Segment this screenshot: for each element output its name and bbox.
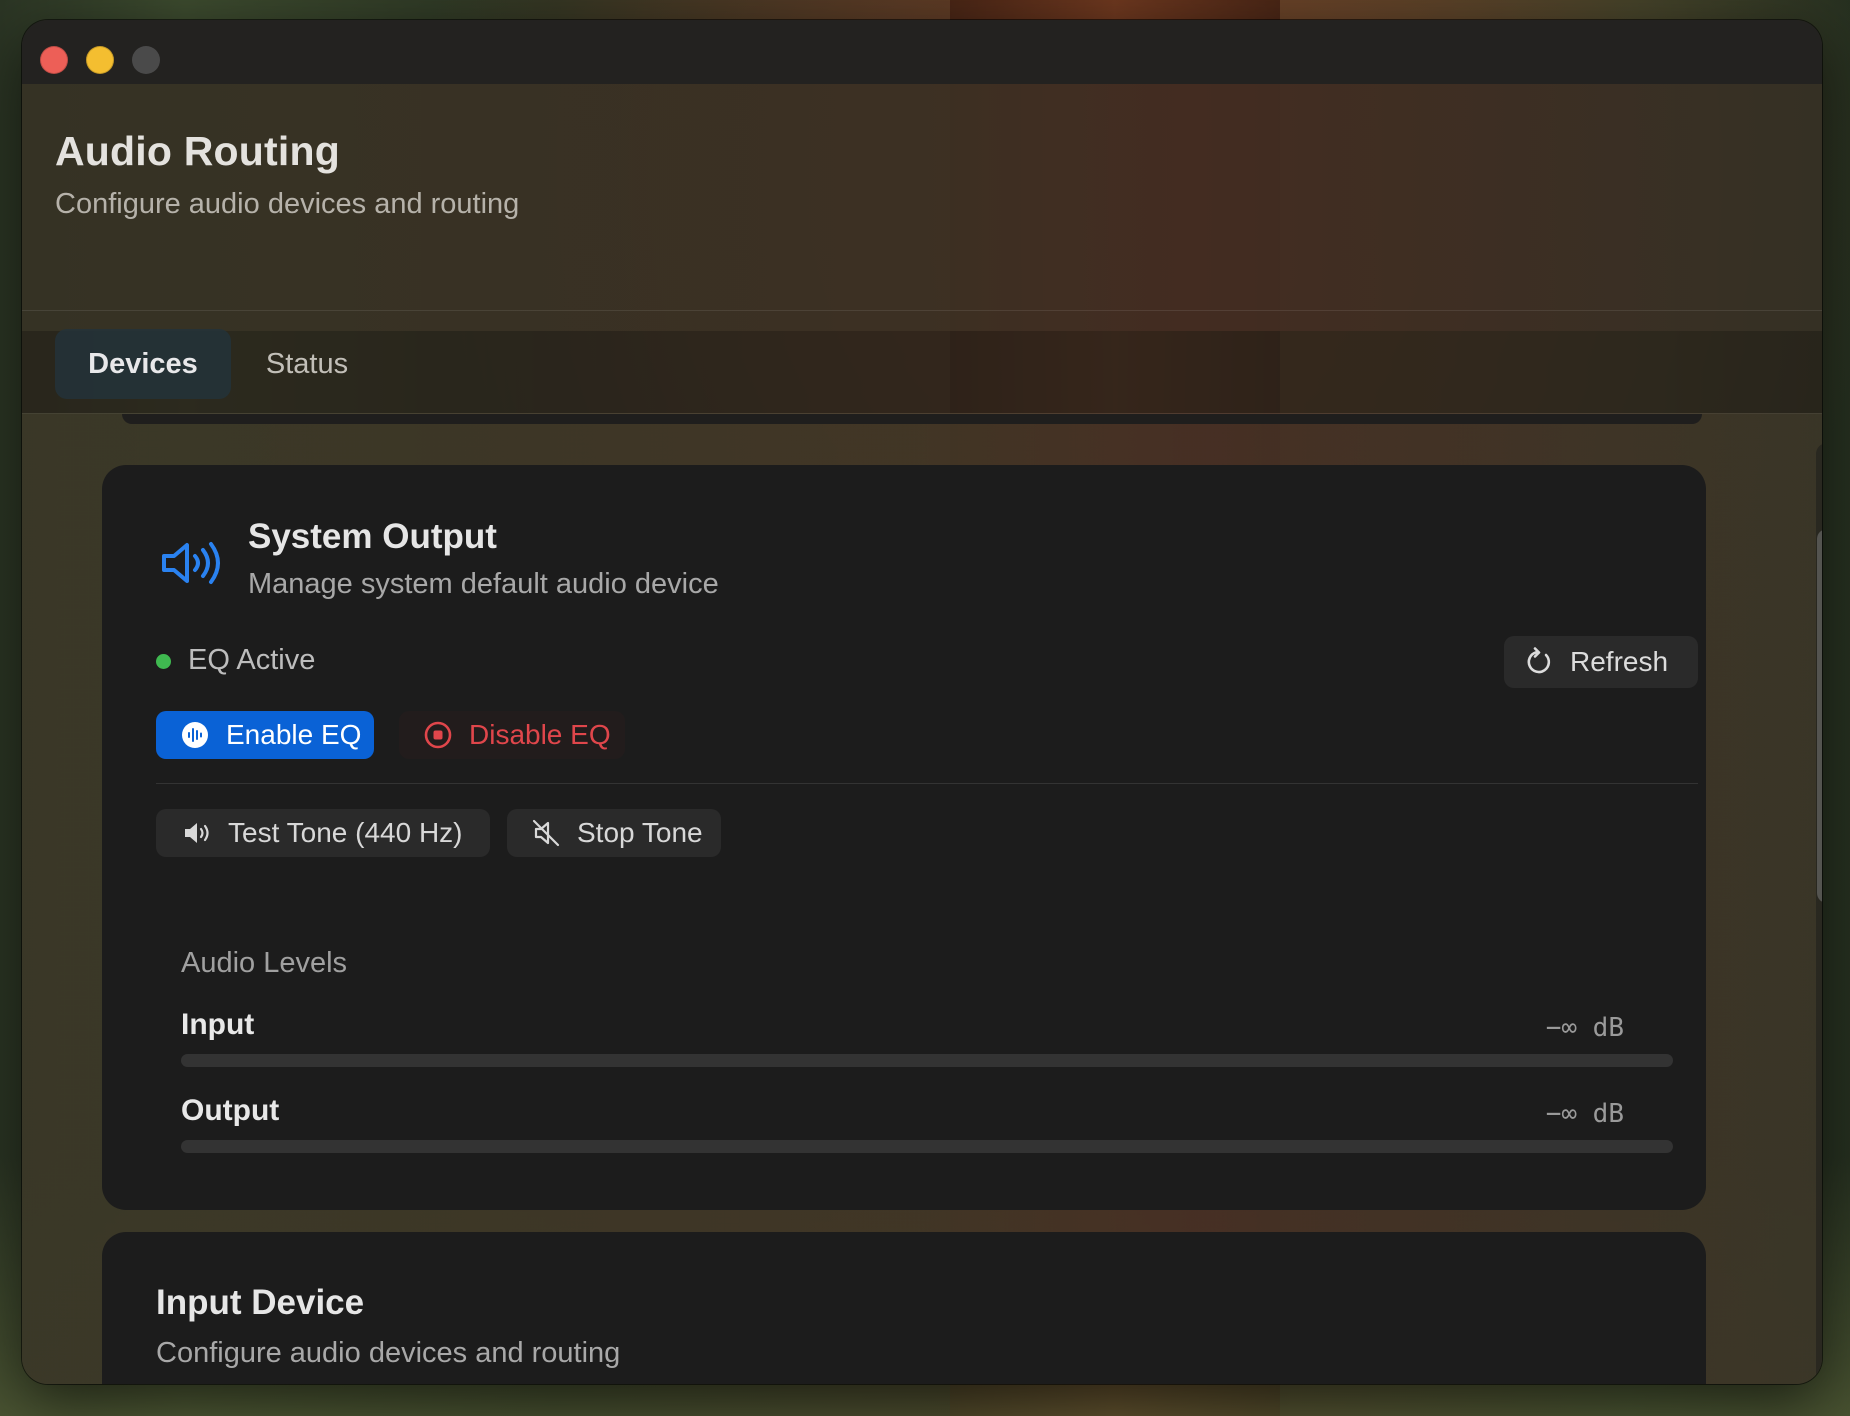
test-tone-button[interactable]: Test Tone (440 Hz) — [156, 809, 490, 857]
stop-tone-button[interactable]: Stop Tone — [507, 809, 721, 857]
system-output-subtitle: Manage system default audio device — [248, 568, 719, 600]
output-level-label: Output — [181, 1094, 280, 1127]
zoom-window-button[interactable] — [132, 46, 160, 74]
scrollbar-thumb[interactable] — [1817, 529, 1822, 903]
refresh-button[interactable]: Refresh — [1504, 636, 1698, 688]
input-level-label: Input — [181, 1008, 255, 1041]
minimize-window-button[interactable] — [86, 46, 114, 74]
tab-devices[interactable]: Devices — [55, 329, 231, 399]
tab-status[interactable]: Status — [247, 329, 367, 399]
output-level-meter — [181, 1140, 1673, 1153]
header-divider — [22, 310, 1822, 311]
title-bar — [22, 20, 1822, 84]
previous-card-edge — [122, 414, 1702, 424]
page-title: Audio Routing — [55, 128, 340, 174]
speaker-wave-icon — [162, 542, 220, 584]
close-window-button[interactable] — [40, 46, 68, 74]
input-device-title: Input Device — [156, 1283, 365, 1322]
eq-status-text: EQ Active — [188, 644, 316, 676]
speaker-muted-icon — [532, 819, 560, 847]
enable-eq-button[interactable]: Enable EQ — [156, 711, 374, 759]
input-level-meter — [181, 1054, 1673, 1067]
disable-eq-label: Disable EQ — [469, 719, 611, 750]
stop-tone-label: Stop Tone — [577, 817, 703, 848]
input-device-subtitle: Configure audio devices and routing — [156, 1337, 621, 1369]
audio-levels-heading: Audio Levels — [181, 947, 348, 979]
refresh-icon — [1527, 647, 1551, 674]
test-tone-label: Test Tone (440 Hz) — [228, 817, 463, 848]
disable-eq-button[interactable]: Disable EQ — [399, 711, 625, 759]
input-level-value: −∞ dB — [1545, 1013, 1624, 1043]
waveform-circle-icon — [182, 722, 208, 748]
app-window: Audio Routing Configure audio devices an… — [22, 20, 1822, 1384]
system-output-title: System Output — [248, 517, 497, 556]
stop-circle-icon — [424, 721, 452, 749]
eq-status-dot — [156, 654, 171, 669]
output-level-value: −∞ dB — [1545, 1099, 1624, 1129]
speaker-icon — [185, 823, 209, 843]
card-divider — [156, 783, 1698, 784]
enable-eq-label: Enable EQ — [226, 719, 362, 750]
page-subtitle: Configure audio devices and routing — [55, 188, 520, 220]
refresh-label: Refresh — [1570, 646, 1669, 677]
